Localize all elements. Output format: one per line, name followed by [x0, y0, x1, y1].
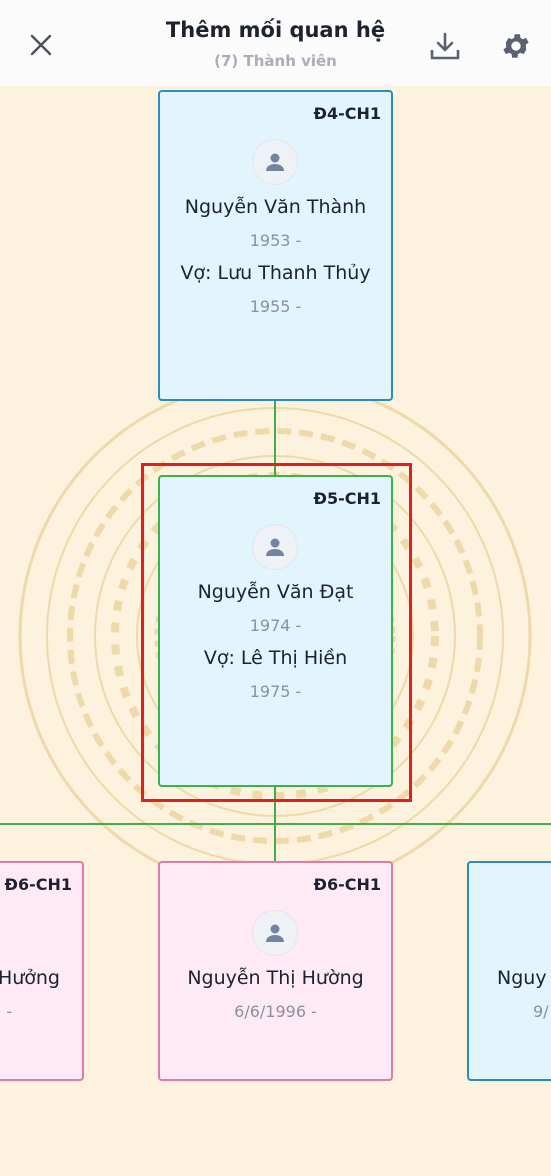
member-year: 1974 -: [249, 616, 302, 635]
generation-label: Đ6-CH1: [4, 875, 72, 894]
generation-label: Đ4-CH1: [313, 104, 381, 123]
settings-button[interactable]: [495, 26, 537, 66]
gear-icon: [503, 34, 529, 58]
member-name: Hưởng: [0, 967, 60, 989]
member-card-child-3[interactable]: Nguy 9/: [467, 861, 551, 1081]
member-name: Nguyễn Văn Đạt: [197, 581, 354, 603]
avatar: [252, 910, 298, 956]
spouse-year: 1975 -: [249, 682, 302, 701]
member-count: (7) Thành viên: [214, 52, 337, 70]
spouse-year: 1955 -: [249, 297, 302, 316]
user-icon: [266, 924, 284, 942]
download-button[interactable]: [424, 26, 466, 66]
member-card-child-2[interactable]: Đ6-CH1 Nguyễn Thị Hường 6/6/1996 -: [158, 861, 393, 1081]
member-card-parent[interactable]: Đ4-CH1 Nguyễn Văn Thành 1953 - Vợ: Lưu T…: [158, 90, 393, 401]
family-tree-canvas[interactable]: Đ4-CH1 Nguyễn Văn Thành 1953 - Vợ: Lưu T…: [0, 86, 551, 1176]
member-name: Nguy: [497, 967, 547, 989]
user-icon: [266, 538, 284, 556]
page-title: Thêm mối quan hệ: [165, 18, 386, 42]
avatar: [252, 524, 298, 570]
member-name: Nguyễn Thị Hường: [187, 967, 364, 989]
member-year: 9/: [533, 1002, 549, 1021]
member-year: -: [6, 1002, 12, 1021]
generation-label: Đ6-CH1: [313, 875, 381, 894]
spouse-name: Vợ: Lê Thị Hiền: [203, 647, 348, 669]
member-year: 1953 -: [249, 231, 302, 250]
user-icon: [266, 153, 284, 171]
spouse-name: Vợ: Lưu Thanh Thủy: [180, 262, 371, 284]
member-card-child-1[interactable]: Đ6-CH1 Hưởng -: [0, 861, 84, 1081]
avatar: [252, 139, 298, 185]
generation-label: Đ5-CH1: [313, 489, 381, 508]
member-card-selected[interactable]: Đ5-CH1 Nguyễn Văn Đạt 1974 - Vợ: Lê Thị …: [158, 475, 393, 787]
member-name: Nguyễn Văn Thành: [184, 196, 367, 218]
connector-siblings: [0, 823, 551, 825]
app-header: Thêm mối quan hệ (7) Thành viên: [0, 0, 551, 86]
member-year: 6/6/1996 -: [234, 1002, 317, 1021]
download-icon: [430, 32, 460, 60]
